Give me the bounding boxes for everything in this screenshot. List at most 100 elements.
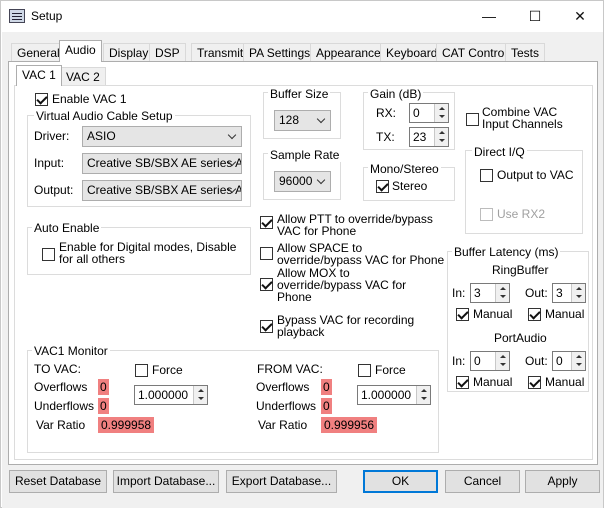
output-select[interactable]: Creative SB/SBX AE series A xyxy=(82,180,242,201)
ok-button[interactable]: OK xyxy=(363,470,438,493)
use-rx2-checkbox[interactable] xyxy=(480,208,493,221)
allow-space-checkbox[interactable] xyxy=(260,247,273,260)
vac1-monitor-title: VAC1 Monitor xyxy=(32,344,110,358)
tab-display[interactable]: Display xyxy=(103,43,155,62)
tab-cat-control[interactable]: CAT Control xyxy=(436,43,513,62)
port-in-manual-checkbox[interactable] xyxy=(456,376,469,389)
export-database-button[interactable]: Export Database... xyxy=(226,470,337,493)
auto-enable-title: Auto Enable xyxy=(32,221,102,235)
tab-pa-settings[interactable]: PA Settings xyxy=(243,43,317,62)
buffer-size-title: Buffer Size xyxy=(268,87,331,101)
spin-arrows-icon[interactable] xyxy=(193,386,207,404)
sample-rate-select[interactable]: 96000 xyxy=(274,171,331,192)
from-underflows-label: Underflows xyxy=(256,399,317,413)
input-select[interactable]: Creative SB/SBX AE series A xyxy=(82,153,242,174)
port-out-manual-checkbox[interactable] xyxy=(528,376,541,389)
tab-general[interactable]: General xyxy=(11,43,66,62)
tab-tests[interactable]: Tests xyxy=(505,43,546,62)
dialog-body: General Audio Display DSP Transmit PA Se… xyxy=(2,32,603,508)
port-in-manual-label: Manual xyxy=(473,375,513,389)
from-var-ratio-value: 0.999956 xyxy=(321,417,378,433)
cancel-button[interactable]: Cancel xyxy=(445,470,520,493)
tab-dsp[interactable]: DSP xyxy=(149,43,186,62)
gain-title: Gain (dB) xyxy=(368,87,424,101)
sample-rate-group: Sample Rate 96000 xyxy=(263,148,342,200)
audio-tab-panel: VAC 1 VAC 2 Enable VAC 1 Virtual Audio C… xyxy=(8,61,598,465)
buffer-size-value: 128 xyxy=(279,113,300,127)
bypass-vac-recording-checkbox[interactable] xyxy=(260,320,273,333)
driver-select[interactable]: ASIO xyxy=(82,126,242,147)
auto-enable-group: Auto Enable Enable for Digital modes, Di… xyxy=(27,221,251,275)
app-icon xyxy=(9,9,25,23)
enable-vac1-checkbox[interactable] xyxy=(35,93,48,106)
to-vac-ratio-stepper[interactable]: 1.000000 xyxy=(134,385,208,405)
ring-out-stepper[interactable]: 3 xyxy=(552,283,586,303)
minimize-button[interactable]: — xyxy=(466,1,512,32)
to-vac-label: TO VAC: xyxy=(34,362,81,376)
spin-arrows-icon[interactable] xyxy=(495,352,509,370)
output-to-vac-checkbox[interactable] xyxy=(480,169,493,182)
spin-arrows-icon[interactable] xyxy=(434,128,448,146)
gain-tx-value: 23 xyxy=(413,130,427,144)
spin-arrows-icon[interactable] xyxy=(571,284,585,302)
subtab-vac2[interactable]: VAC 2 xyxy=(60,67,106,85)
ring-in-label: In: xyxy=(452,286,466,300)
allow-ptt-label-line2: VAC for Phone xyxy=(277,224,357,238)
subtab-vac1[interactable]: VAC 1 xyxy=(16,65,62,86)
combine-vac-label-line2: Input Channels xyxy=(482,117,563,131)
allow-ptt-checkbox[interactable] xyxy=(260,216,273,229)
to-vac-ratio-value: 1.000000 xyxy=(138,388,189,402)
cable-setup-title: Virtual Audio Cable Setup xyxy=(34,109,175,123)
driver-label: Driver: xyxy=(34,129,70,143)
import-database-button[interactable]: Import Database... xyxy=(113,470,219,493)
output-value: Creative SB/SBX AE series A xyxy=(87,183,242,197)
tab-transmit[interactable]: Transmit xyxy=(191,43,250,62)
driver-value: ASIO xyxy=(87,129,116,143)
tab-appearance[interactable]: Appearance xyxy=(310,43,387,62)
reset-database-button[interactable]: Reset Database xyxy=(9,470,107,493)
to-overflows-label: Overflows xyxy=(34,380,88,394)
gain-tx-stepper[interactable]: 23 xyxy=(409,127,449,147)
from-vac-force-label: Force xyxy=(375,363,406,377)
chevron-down-icon xyxy=(316,114,326,124)
port-out-stepper[interactable]: 0 xyxy=(552,351,586,371)
from-vac-ratio-stepper[interactable]: 1.000000 xyxy=(357,385,431,405)
auto-enable-label-line2: for all others xyxy=(59,252,126,266)
to-var-ratio-label: Var Ratio xyxy=(36,418,86,432)
maximize-button[interactable]: ☐ xyxy=(512,1,558,32)
stereo-checkbox[interactable] xyxy=(376,180,389,193)
spin-arrows-icon[interactable] xyxy=(571,352,585,370)
apply-button[interactable]: Apply xyxy=(525,470,600,493)
auto-enable-checkbox[interactable] xyxy=(42,248,55,261)
to-var-ratio-value: 0.999958 xyxy=(98,417,155,433)
cable-setup-group: Virtual Audio Cable Setup Driver: ASIO I… xyxy=(27,109,251,207)
spin-arrows-icon[interactable] xyxy=(416,386,430,404)
port-in-label: In: xyxy=(452,354,466,368)
to-vac-force-checkbox[interactable] xyxy=(135,364,148,377)
direct-iq-group: Direct I/Q Output to VAC Use RX2 xyxy=(465,145,583,234)
tab-keyboard[interactable]: Keyboard xyxy=(380,43,444,62)
tab-audio[interactable]: Audio xyxy=(59,40,102,62)
ring-out-label: Out: xyxy=(525,286,548,300)
ring-out-manual-checkbox[interactable] xyxy=(528,308,541,321)
gain-rx-stepper[interactable]: 0 xyxy=(409,103,449,123)
from-vac-force-checkbox[interactable] xyxy=(358,364,371,377)
output-to-vac-label: Output to VAC xyxy=(497,168,574,182)
title-bar: Setup — ☐ ✕ xyxy=(1,1,603,32)
buffer-size-group: Buffer Size 128 xyxy=(263,87,341,139)
to-vac-force-label: Force xyxy=(152,363,183,377)
combine-vac-checkbox[interactable] xyxy=(466,113,479,126)
close-button[interactable]: ✕ xyxy=(557,1,603,32)
direct-iq-title: Direct I/Q xyxy=(472,145,527,159)
from-vac-ratio-value: 1.000000 xyxy=(361,388,412,402)
ring-in-manual-checkbox[interactable] xyxy=(456,308,469,321)
ring-in-stepper[interactable]: 3 xyxy=(470,283,510,303)
buffer-size-select[interactable]: 128 xyxy=(274,110,331,131)
allow-mox-checkbox[interactable] xyxy=(260,278,273,291)
input-label: Input: xyxy=(34,156,65,170)
allow-mox-label-line3: Phone xyxy=(277,290,312,304)
from-overflows-value: 0 xyxy=(321,379,332,395)
spin-arrows-icon[interactable] xyxy=(434,104,448,122)
spin-arrows-icon[interactable] xyxy=(495,284,509,302)
port-in-stepper[interactable]: 0 xyxy=(470,351,510,371)
